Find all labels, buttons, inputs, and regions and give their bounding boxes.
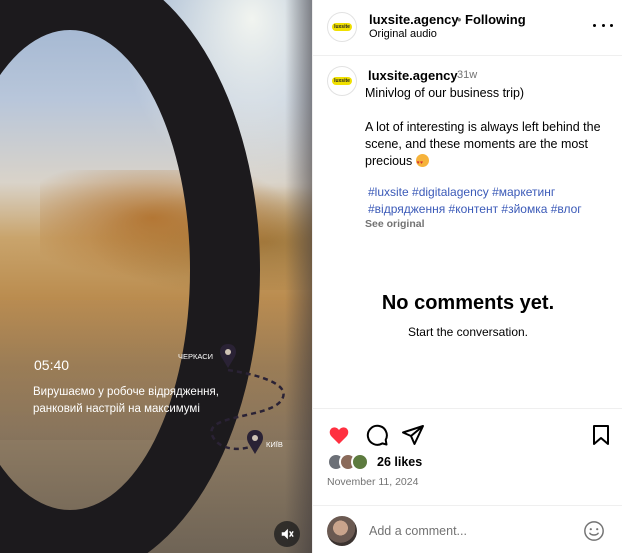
comment-input[interactable]: [369, 521, 569, 541]
speaker-muted-icon: [281, 528, 294, 540]
map-pin-icon: [247, 430, 263, 454]
author-username[interactable]: luxsite.agency: [369, 12, 459, 27]
comment-icon[interactable]: [365, 423, 389, 447]
caption-text: Minivlog of our business trip) A lot of …: [365, 85, 620, 172]
caption-author-avatar[interactable]: luxsite: [327, 66, 357, 96]
separator-dot: •: [457, 12, 462, 27]
more-options-button[interactable]: [593, 17, 613, 33]
window-edge: [285, 0, 312, 553]
author-avatar[interactable]: luxsite: [327, 12, 357, 42]
liker-avatar: [351, 453, 369, 471]
comments-empty-state: No comments yet. Start the conversation.: [313, 292, 622, 339]
post-actions: 26 likes November 11, 2024: [313, 408, 622, 488]
train-window-frame: [0, 0, 260, 553]
liker-avatars[interactable]: [327, 453, 375, 473]
route-start-label: ЧЕРКАСИ: [178, 352, 214, 361]
likes-count[interactable]: 26 likes: [377, 455, 422, 469]
video-player[interactable]: 05:40 Вирушаємо у робоче відрядження, ра…: [0, 0, 312, 553]
post-header: luxsite luxsite.agency • Following Origi…: [313, 0, 622, 56]
brand-logo: luxsite: [332, 77, 352, 85]
audio-link[interactable]: Original audio: [369, 28, 437, 40]
emoji-smiley-icon[interactable]: [583, 520, 605, 542]
video-timestamp: 05:40: [34, 357, 70, 373]
empty-comments-subtitle: Start the conversation.: [407, 325, 529, 339]
more-dot-icon: [601, 23, 605, 27]
following-button[interactable]: Following: [465, 12, 526, 27]
heart-eyes-emoji-icon: [415, 154, 429, 172]
current-user-avatar: [327, 516, 357, 546]
caption-username[interactable]: luxsite.agency: [368, 68, 458, 83]
caption-hashtags[interactable]: #luxsite #digitalagency #маркетинг #відр…: [368, 184, 618, 218]
route-map-icon: [210, 344, 285, 454]
map-pin-icon: [220, 344, 236, 368]
see-original-link[interactable]: See original: [365, 218, 425, 230]
share-paper-plane-icon[interactable]: [401, 423, 425, 447]
route-end-label: КИЇВ: [266, 440, 283, 449]
caption-timestamp[interactable]: 31w: [457, 69, 477, 81]
bookmark-icon[interactable]: [589, 423, 613, 447]
empty-comments-title: No comments yet.: [381, 292, 555, 314]
more-dot-icon: [610, 23, 613, 27]
post-panel: luxsite luxsite.agency • Following Origi…: [312, 0, 622, 553]
mute-button[interactable]: [274, 521, 300, 547]
heart-icon[interactable]: [327, 423, 351, 447]
post-date[interactable]: November 11, 2024: [327, 476, 418, 488]
more-dot-icon: [593, 23, 596, 27]
add-comment-bar: [313, 505, 622, 553]
brand-logo: luxsite: [332, 23, 352, 31]
